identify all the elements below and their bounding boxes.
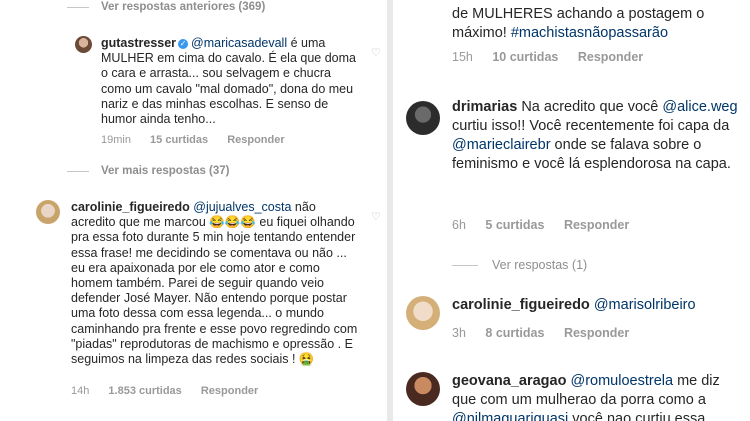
comment-meta: 6h 5 curtidas Responder <box>452 218 645 232</box>
avatar[interactable] <box>406 372 440 406</box>
comment-meta: 19min 15 curtidas Responder <box>101 134 301 146</box>
comment-text: curtiu isso!! Você recentemente foi capa… <box>452 118 730 134</box>
comment-username[interactable]: gutastresser <box>101 36 176 50</box>
verified-badge-icon: ✓ <box>178 39 189 49</box>
avatar[interactable] <box>406 296 440 330</box>
comment-text: Na acredito que você <box>517 99 663 115</box>
avatar[interactable] <box>406 101 440 135</box>
reply-button[interactable]: Responder <box>201 385 258 397</box>
comment-mention[interactable]: @nilmaguariguasi <box>452 411 568 421</box>
heart-icon[interactable]: ♡ <box>371 210 381 223</box>
comment-body: drimarias Na acredito que você @alice.we… <box>452 98 744 174</box>
comment-body: gutastresser ✓ @maricasadevall é uma MULHE… <box>101 36 363 127</box>
comment-meta: 14h 1.853 curtidas Responder <box>71 385 274 397</box>
comment-mention[interactable]: @marisolribeiro <box>594 297 696 313</box>
comment-username[interactable]: carolinie_figueiredo <box>71 200 190 214</box>
heart-icon[interactable]: ♡ <box>371 46 381 59</box>
comment-meta: 15h 10 curtidas Responder <box>452 50 659 64</box>
view-more-replies[interactable]: Ver mais respostas (37) <box>67 165 230 177</box>
comment-mention[interactable]: @romuloestrela <box>570 373 673 389</box>
comment-likes[interactable]: 15 curtidas <box>150 134 208 146</box>
comment-mention[interactable]: @alice.weg <box>662 99 737 115</box>
comment-meta: 3h 8 curtidas Responder <box>452 326 645 340</box>
right-comments-pane: de MULHERES achando a postagem o máximo!… <box>393 0 750 421</box>
reply-button[interactable]: Responder <box>564 326 629 340</box>
avatar[interactable] <box>75 36 92 53</box>
comment-body: carolinie_figueiredo @marisolribeiro <box>452 296 744 315</box>
comment-body: carolinie_figueiredo @jujualves_costa nã… <box>71 200 363 367</box>
comment-body: geovana_aragao @romuloestrela me diz que… <box>452 372 744 421</box>
view-previous-replies[interactable]: Ver respostas anteriores (369) <box>67 1 265 13</box>
comment-mention[interactable]: @maricasadevall <box>191 36 287 50</box>
divider-line <box>67 170 89 172</box>
comment-likes[interactable]: 1.853 curtidas <box>108 385 181 397</box>
comment-likes[interactable]: 8 curtidas <box>485 326 544 340</box>
comment-mention[interactable]: @marieclairebr <box>452 137 551 153</box>
comment-body-continued: de MULHERES achando a postagem o máximo!… <box>452 5 744 43</box>
avatar[interactable] <box>36 200 60 224</box>
comment-username[interactable]: geovana_aragao <box>452 373 566 389</box>
left-comments-pane: Ver respostas anteriores (369) gutastres… <box>0 0 387 421</box>
view-more-replies-label: Ver mais respostas (37) <box>101 165 230 177</box>
comment-text: você nao curtiu essa <box>568 411 706 421</box>
comment-time: 6h <box>452 218 466 232</box>
comment-username[interactable]: drimarias <box>452 99 517 115</box>
comment-text: não acredito que me marcou 😂😂😂 eu fiquei… <box>71 200 358 367</box>
comment-time: 14h <box>71 385 90 397</box>
reply-button[interactable]: Responder <box>227 134 284 146</box>
view-replies[interactable]: Ver respostas (1) <box>452 258 587 272</box>
comment-time: 19min <box>101 134 131 146</box>
comment-username[interactable]: carolinie_figueiredo <box>452 297 590 313</box>
view-previous-replies-label: Ver respostas anteriores (369) <box>101 1 266 13</box>
comment-time: 3h <box>452 326 466 340</box>
comment-likes[interactable]: 5 curtidas <box>485 218 544 232</box>
comment-mention[interactable]: @jujualves_costa <box>193 200 291 214</box>
comment-likes[interactable]: 10 curtidas <box>492 50 558 64</box>
hashtag[interactable]: #machistasnãopassarão <box>511 25 668 41</box>
divider-line <box>67 6 89 8</box>
view-replies-label: Ver respostas (1) <box>492 258 588 272</box>
reply-button[interactable]: Responder <box>578 50 643 64</box>
comment-time: 15h <box>452 50 473 64</box>
divider-line <box>452 264 478 266</box>
reply-button[interactable]: Responder <box>564 218 629 232</box>
